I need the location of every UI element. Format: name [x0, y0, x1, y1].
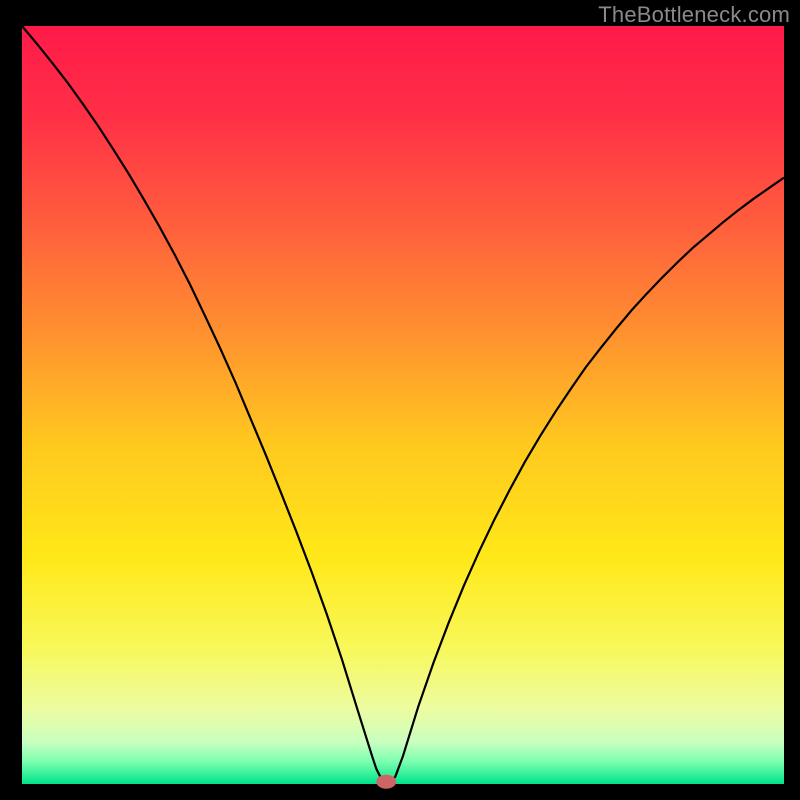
plot-background [22, 26, 784, 784]
optimal-marker [376, 775, 396, 789]
chart-container: TheBottleneck.com [0, 0, 800, 800]
bottleneck-chart [0, 0, 800, 800]
watermark-text: TheBottleneck.com [598, 2, 790, 28]
